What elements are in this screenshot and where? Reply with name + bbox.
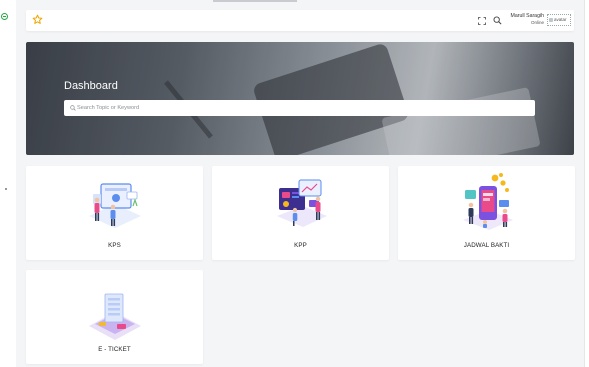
banner-background-image [26,42,574,155]
topbar: Marull Saragih Online avatar [26,10,574,31]
search-bar[interactable] [64,100,535,116]
card-label: KPP [294,242,307,249]
left-rail [0,0,16,367]
fullscreen-icon[interactable] [478,17,486,25]
main-content: Marull Saragih Online avatar Dashboard S… [16,0,584,367]
user-name[interactable]: Marull Saragih [511,13,544,19]
card-label: KPS [108,242,121,249]
e-ticket-illustration-icon [88,293,141,340]
user-status: Online [530,20,544,25]
page-title: Dashboard [64,80,118,92]
right-divider [584,0,585,367]
card-kpp[interactable]: KPP [212,166,389,260]
sidebar-toggle-icon[interactable] [1,13,8,20]
search-icon[interactable] [493,16,502,25]
card-jadwal-bakti[interactable]: JADWAL BAKTI [398,166,575,260]
search-input[interactable] [77,100,517,116]
search-icon [70,105,76,111]
kps-illustration-icon [88,183,141,228]
dashboard-banner: Dashboard [26,42,574,155]
avatar[interactable]: avatar [547,14,571,26]
kpp-illustration-icon [276,179,327,227]
top-accent-bar [213,0,297,2]
star-icon[interactable] [32,14,43,25]
card-kps[interactable]: KPS [26,166,203,260]
card-label: E - TICKET [98,346,131,353]
jadwal-bakti-illustration-icon [462,173,513,230]
rail-dot [5,188,7,190]
card-label: JADWAL BAKTI [463,242,510,249]
card-e-ticket[interactable]: E - TICKET [26,270,203,364]
